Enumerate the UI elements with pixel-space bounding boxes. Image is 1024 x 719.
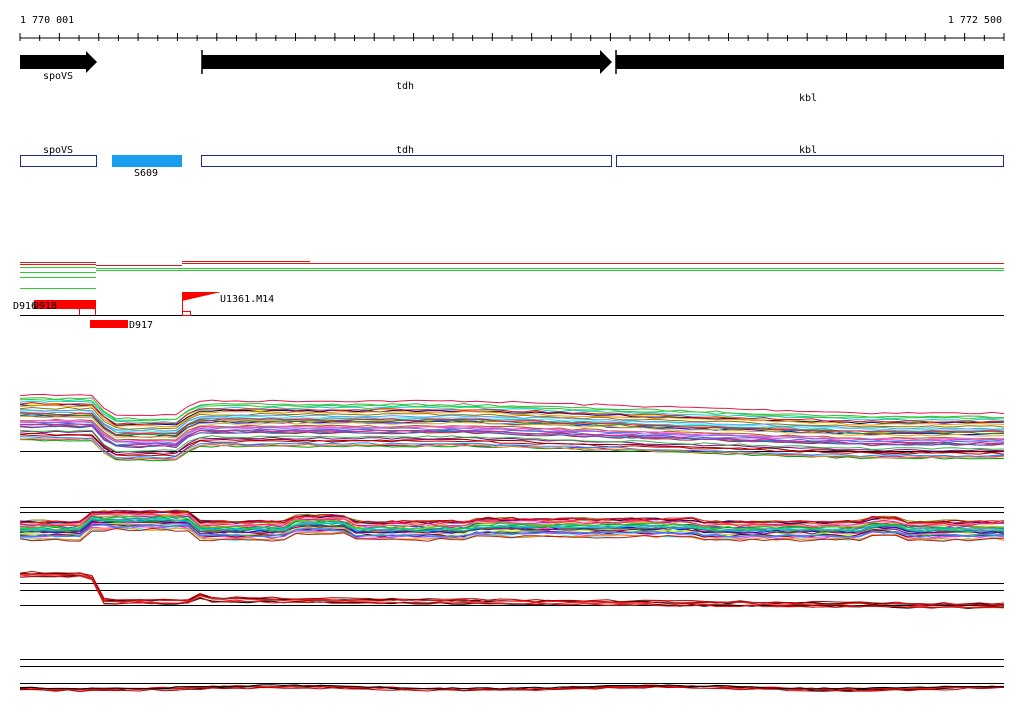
annotation-label-spovs: spoVS	[43, 145, 73, 156]
transcript-track: D916 D918 D917 U1361.M14	[13, 292, 1004, 331]
expression-profile-track-2	[19, 507, 1005, 542]
profile-line	[19, 570, 1005, 605]
gene-label-tdh: tdh	[396, 81, 414, 92]
gene-label-kbl: kbl	[799, 93, 817, 104]
ruler-end-label: 1 772 500	[948, 15, 1002, 26]
transcript-label-d918: D918	[33, 301, 57, 312]
gene-arrow-spovs[interactable]	[20, 51, 97, 73]
read-coverage-track	[20, 261, 1004, 289]
transcript-label-d917: D917	[129, 320, 153, 331]
profile-line	[19, 406, 1005, 430]
transcript-d917[interactable]	[90, 320, 128, 328]
genome-view: 1 770 001 1 772 500 spoVS tdh kbl spoVS …	[13, 15, 1005, 693]
ruler-start-label: 1 770 001	[20, 15, 74, 26]
genome-browser: 1 770 001 1 772 500 spoVS tdh kbl spoVS …	[0, 0, 1024, 714]
annotation-box-s609[interactable]	[112, 155, 182, 167]
annotation-label-tdh: tdh	[396, 145, 414, 156]
annotation-box-spovs[interactable]	[20, 155, 97, 167]
gene-arrow-kbl[interactable]	[616, 55, 1004, 69]
expression-profile-track-1	[19, 393, 1005, 462]
gene-arrow-tdh[interactable]	[202, 50, 612, 74]
profile-line	[19, 572, 1005, 607]
gene-track: spoVS tdh kbl	[20, 50, 1004, 104]
annotation-label-kbl: kbl	[799, 145, 817, 156]
coordinate-ruler: 1 770 001 1 772 500	[19, 15, 1005, 41]
expression-profile-track-3	[19, 570, 1005, 610]
transcript-label-u1361: U1361.M14	[220, 294, 274, 305]
ruler-ticks	[19, 33, 1005, 41]
annotation-label-s609: S609	[134, 168, 158, 179]
annotation-track: spoVS S609 tdh kbl	[20, 145, 1004, 179]
gene-label-spovs: spoVS	[43, 71, 73, 82]
transcript-u1361-flag[interactable]	[182, 292, 221, 301]
annotation-box-kbl[interactable]	[616, 155, 1004, 167]
profile-line	[19, 393, 1005, 417]
expression-profile-track-4	[19, 659, 1005, 693]
transcript-u1361-box	[182, 311, 191, 316]
annotation-box-tdh[interactable]	[201, 155, 612, 167]
